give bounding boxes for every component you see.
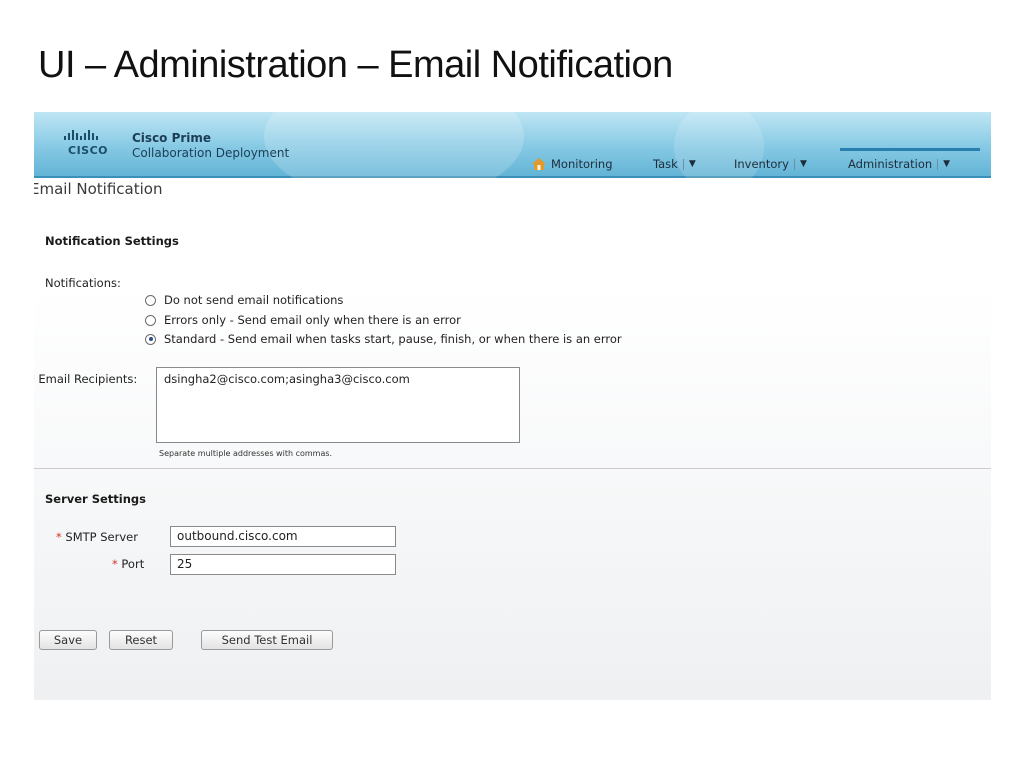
required-marker: * bbox=[34, 372, 35, 386]
email-recipients-textarea[interactable]: dsingha2@cisco.com;asingha3@cisco.com bbox=[156, 367, 520, 443]
nav-label: Inventory bbox=[734, 157, 789, 171]
nav-administration[interactable]: Administration ▼ bbox=[848, 152, 950, 176]
chevron-down-icon[interactable]: ▼ bbox=[943, 159, 950, 169]
home-icon bbox=[532, 158, 546, 170]
slide-title: UI – Administration – Email Notification bbox=[38, 44, 673, 86]
notification-settings-heading: Notification Settings bbox=[45, 234, 179, 248]
radio-button[interactable] bbox=[145, 314, 156, 326]
send-test-email-button[interactable]: Send Test Email bbox=[201, 630, 333, 650]
chevron-down-icon[interactable]: ▼ bbox=[800, 159, 807, 169]
product-subtitle: Collaboration Deployment bbox=[132, 146, 290, 160]
save-button[interactable]: Save bbox=[39, 630, 97, 650]
smtp-server-input[interactable]: outbound.cisco.com bbox=[170, 526, 396, 547]
nav-inventory[interactable]: Inventory ▼ bbox=[734, 152, 807, 176]
required-marker: * bbox=[56, 530, 62, 544]
radio-option-errors-only[interactable]: Errors only - Send email only when there… bbox=[145, 313, 461, 327]
radio-label: Standard - Send email when tasks start, … bbox=[164, 332, 622, 346]
product-name: Cisco Prime bbox=[132, 131, 212, 145]
required-marker: * bbox=[112, 557, 118, 571]
nav-active-indicator bbox=[840, 148, 980, 151]
recipients-hint: Separate multiple addresses with commas. bbox=[159, 449, 333, 458]
nav-task[interactable]: Task ▼ bbox=[653, 152, 696, 176]
radio-button-selected[interactable] bbox=[145, 333, 156, 345]
radio-button[interactable] bbox=[145, 294, 156, 306]
cisco-logo-icon bbox=[64, 130, 98, 140]
app-header: CISCO Cisco Prime Collaboration Deployme… bbox=[34, 112, 991, 202]
radio-label: Errors only - Send email only when there… bbox=[164, 313, 461, 327]
notifications-label: Notifications: bbox=[45, 276, 121, 290]
nav-monitoring[interactable]: Monitoring bbox=[532, 152, 613, 176]
nav-label: Administration bbox=[848, 157, 933, 171]
reset-button[interactable]: Reset bbox=[109, 630, 173, 650]
smtp-server-label: * SMTP Server bbox=[56, 530, 138, 544]
page-title: Email Notification bbox=[34, 180, 163, 198]
server-settings-heading: Server Settings bbox=[45, 492, 147, 506]
cisco-logo-word: CISCO bbox=[68, 144, 109, 157]
radio-option-standard[interactable]: Standard - Send email when tasks start, … bbox=[145, 332, 622, 346]
nav-label: Task bbox=[653, 157, 678, 171]
port-input[interactable]: 25 bbox=[170, 554, 396, 575]
email-recipients-label: * Email Recipients: bbox=[34, 372, 137, 386]
port-label: * Port bbox=[112, 557, 145, 571]
section-divider bbox=[34, 468, 991, 469]
radio-option-none[interactable]: Do not send email notifications bbox=[145, 293, 343, 307]
chevron-down-icon[interactable]: ▼ bbox=[689, 159, 696, 169]
app-window: CISCO Cisco Prime Collaboration Deployme… bbox=[34, 112, 991, 700]
nav-label: Monitoring bbox=[551, 157, 613, 171]
radio-label: Do not send email notifications bbox=[164, 293, 344, 307]
